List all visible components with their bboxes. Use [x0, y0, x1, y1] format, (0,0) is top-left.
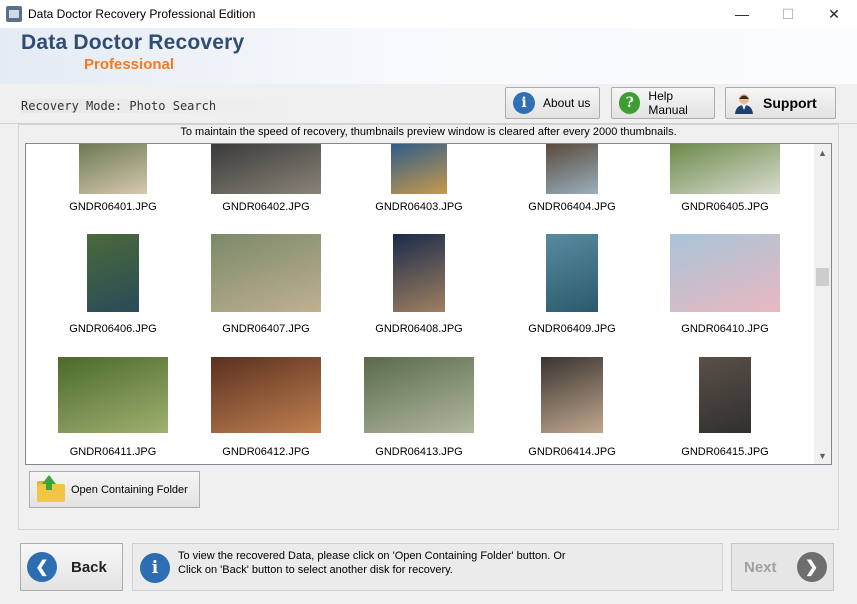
info-icon: i	[513, 92, 535, 114]
help-manual-button[interactable]: ? Help Manual	[611, 87, 715, 119]
thumbnail-gallery[interactable]: ▲ ▼ GNDR06401.JPG GNDR06402.JPG GNDR06403.…	[25, 143, 832, 465]
thumbnail-filename: GNDR06413.JPG	[375, 446, 463, 458]
support-agent-icon	[733, 92, 755, 114]
photo-thumbnail[interactable]	[670, 144, 780, 194]
scroll-up-arrow-icon[interactable]: ▲	[814, 144, 831, 161]
title-bar: Data Doctor Recovery Professional Editio…	[0, 0, 857, 28]
info-line-1: To view the recovered Data, please click…	[178, 550, 566, 562]
app-icon	[6, 6, 22, 22]
info-message-box: i To view the recovered Data, please cli…	[132, 543, 723, 591]
scroll-down-arrow-icon[interactable]: ▼	[814, 447, 831, 464]
info-icon: i	[140, 553, 170, 583]
thumbnail-filename: GNDR06402.JPG	[222, 201, 310, 213]
scrollbar-thumb[interactable]	[816, 268, 829, 286]
photo-thumbnail[interactable]	[211, 144, 321, 194]
photo-thumbnail[interactable]	[211, 357, 321, 433]
thumbnail-filename: GNDR06409.JPG	[528, 323, 616, 335]
back-label: Back	[71, 558, 107, 576]
photo-thumbnail[interactable]	[391, 144, 447, 194]
brand-header: Data Doctor Recovery Professional	[0, 28, 857, 84]
help-manual-label: Help Manual	[648, 89, 688, 117]
thumbnail-notice: To maintain the speed of recovery, thumb…	[180, 126, 677, 138]
recovery-mode-label: Recovery Mode: Photo Search	[21, 99, 307, 113]
arrow-right-icon: ❯	[796, 552, 827, 582]
thumbnail-filename: GNDR06407.JPG	[222, 323, 310, 335]
app-window: Data Doctor Recovery Professional Editio…	[0, 0, 857, 604]
thumbnail-filename: GNDR06406.JPG	[69, 323, 157, 335]
back-button[interactable]: ❮ Back	[20, 543, 123, 591]
arrow-left-icon: ❮	[27, 552, 57, 582]
support-label: Support	[763, 95, 817, 111]
about-us-label: About us	[543, 96, 591, 110]
thumbnail-filename: GNDR06414.JPG	[528, 446, 616, 458]
photo-thumbnail[interactable]	[58, 357, 168, 433]
maximize-button[interactable]: ☐	[765, 0, 811, 28]
window-title: Data Doctor Recovery Professional Editio…	[28, 7, 256, 21]
open-folder-label: Open Containing Folder	[71, 483, 188, 496]
thumbnail-filename: GNDR06405.JPG	[681, 201, 769, 213]
photo-thumbnail[interactable]	[211, 234, 321, 312]
minimize-button[interactable]: —	[719, 0, 765, 28]
folder-up-icon	[37, 474, 65, 502]
photo-thumbnail[interactable]	[364, 357, 474, 433]
thumbnail-filename: GNDR06401.JPG	[69, 201, 157, 213]
about-us-button[interactable]: i About us	[505, 87, 600, 119]
thumbnail-filename: GNDR06408.JPG	[375, 323, 463, 335]
next-button[interactable]: Next ❯	[731, 543, 834, 591]
photo-thumbnail[interactable]	[87, 234, 139, 312]
vertical-scrollbar[interactable]: ▲ ▼	[814, 144, 831, 464]
thumbnail-filename: GNDR06404.JPG	[528, 201, 616, 213]
photo-thumbnail[interactable]	[79, 144, 147, 194]
toolbar: Recovery Mode: Photo Search i About us ?…	[0, 84, 857, 124]
thumbnail-filename: GNDR06403.JPG	[375, 201, 463, 213]
info-message: To view the recovered Data, please click…	[178, 549, 566, 577]
open-containing-folder-button[interactable]: Open Containing Folder	[29, 471, 200, 508]
thumbnail-filename: GNDR06410.JPG	[681, 323, 769, 335]
info-line-2: Click on 'Back' button to select another…	[178, 564, 453, 576]
question-icon: ?	[619, 92, 641, 114]
thumbnail-filename: GNDR06415.JPG	[681, 446, 769, 458]
photo-thumbnail[interactable]	[670, 234, 780, 312]
close-button[interactable]: ✕	[811, 0, 857, 28]
photo-thumbnail[interactable]	[541, 357, 603, 433]
photo-thumbnail[interactable]	[393, 234, 445, 312]
brand-subtitle: Professional	[84, 56, 175, 73]
brand-title: Data Doctor Recovery	[21, 31, 245, 54]
photo-thumbnail[interactable]	[699, 357, 751, 433]
thumbnail-filename: GNDR06411.JPG	[69, 446, 157, 458]
next-label: Next	[744, 558, 777, 576]
photo-thumbnail[interactable]	[546, 144, 598, 194]
support-button[interactable]: Support	[725, 87, 836, 119]
thumbnail-filename: GNDR06412.JPG	[222, 446, 310, 458]
photo-thumbnail[interactable]	[546, 234, 598, 312]
